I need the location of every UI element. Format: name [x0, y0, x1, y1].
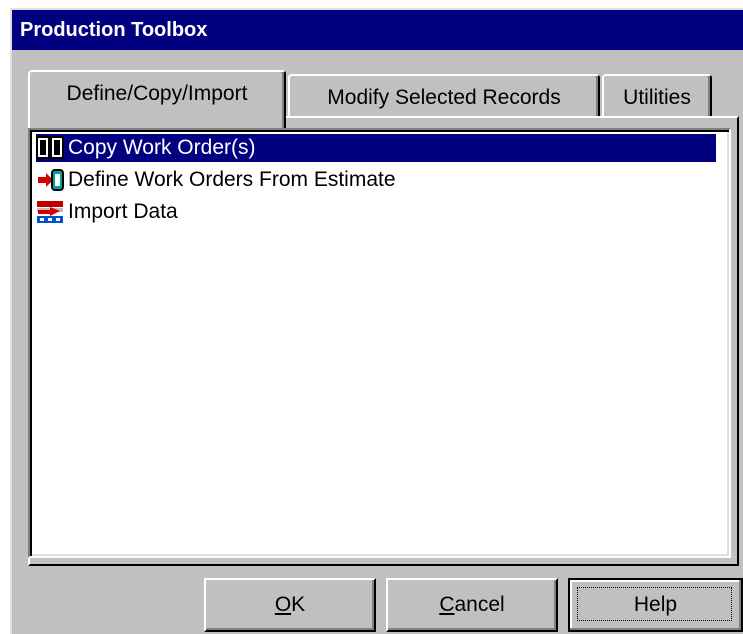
import-data-icon [36, 199, 66, 225]
cancel-button[interactable]: Cancel [386, 578, 558, 632]
window-title: Production Toolbox [12, 10, 743, 50]
help-button[interactable]: Help [568, 578, 743, 632]
define-from-estimate-icon [36, 167, 66, 193]
tab-label: Modify Selected Records [327, 86, 561, 109]
ok-mnemonic: O [274, 593, 292, 616]
cancel-mnemonic: C [439, 593, 455, 616]
list-item-label: Import Data [68, 200, 178, 223]
ok-label-rest: K [291, 593, 306, 616]
focus-ring [577, 587, 732, 621]
tab-define-copy-import[interactable]: Define/Copy/Import [28, 70, 286, 128]
ok-button[interactable]: OK [204, 578, 376, 632]
list-item-define-work-orders-from-estimate[interactable]: Define Work Orders From Estimate [36, 166, 396, 194]
list-item-copy-work-orders[interactable]: Copy Work Order(s) [36, 134, 716, 162]
tab-modify-selected-records[interactable]: Modify Selected Records [288, 74, 600, 122]
tab-utilities[interactable]: Utilities [602, 74, 712, 122]
toolbox-list[interactable]: Copy Work Order(s) Define Work Orders Fr… [28, 128, 731, 558]
list-item-label: Define Work Orders From Estimate [68, 168, 396, 191]
list-item-label: Copy Work Order(s) [68, 136, 256, 159]
copy-pages-icon [36, 135, 66, 161]
tab-label: Define/Copy/Import [66, 82, 248, 105]
tab-label: Utilities [623, 86, 691, 109]
cancel-label-rest: ancel [454, 593, 505, 616]
production-toolbox-dialog: Production Toolbox Define/Copy/Import Mo… [10, 8, 743, 634]
list-item-import-data[interactable]: Import Data [36, 198, 178, 226]
